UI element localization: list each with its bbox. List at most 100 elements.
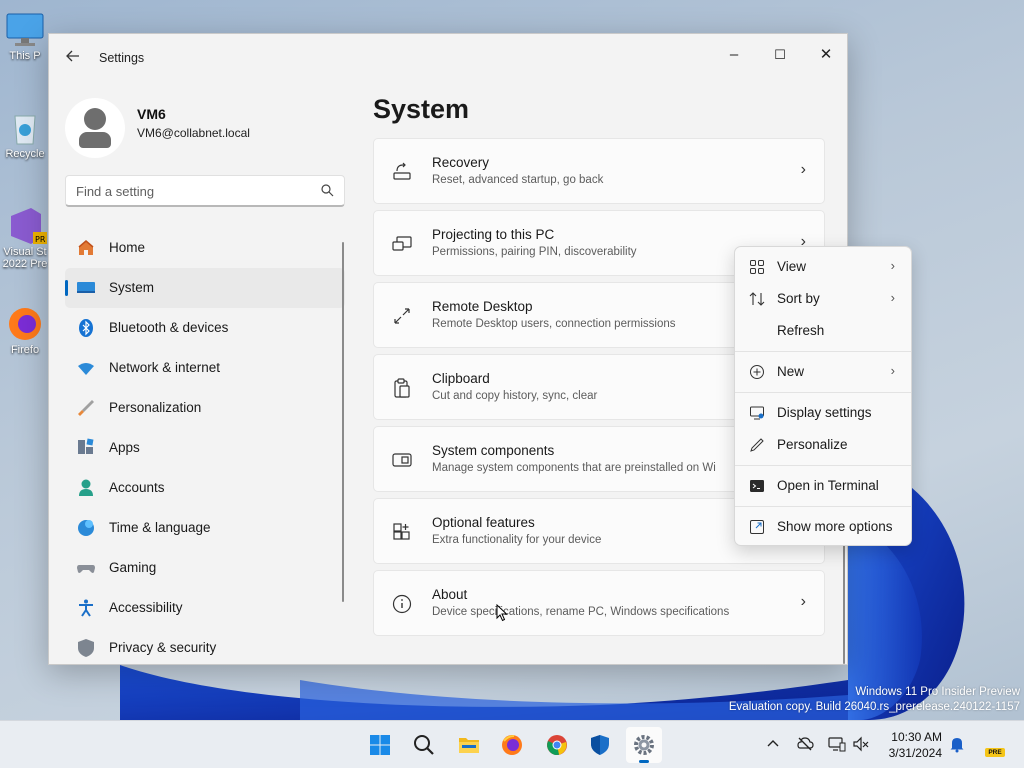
defender-taskbar-button[interactable] bbox=[582, 727, 618, 763]
minimize-button[interactable]: – bbox=[711, 40, 757, 70]
menu-item-display-settings[interactable]: Display settings bbox=[739, 398, 909, 428]
card-subtitle: Remote Desktop users, connection permiss… bbox=[432, 318, 676, 330]
sidebar-item-network[interactable]: Network & internet bbox=[65, 348, 345, 388]
menu-separator bbox=[735, 351, 911, 352]
search-placeholder: Find a setting bbox=[76, 184, 155, 199]
recovery-icon bbox=[393, 162, 411, 180]
desktop-icon-recycle-bin[interactable]: Recycle bbox=[0, 108, 50, 160]
start-button[interactable] bbox=[362, 727, 398, 763]
clock-time: 10:30 AM bbox=[891, 730, 942, 744]
selection-indicator bbox=[65, 280, 68, 296]
settings-card-about[interactable]: About Device specifications, rename PC, … bbox=[373, 570, 825, 636]
system-icon bbox=[77, 282, 95, 293]
active-indicator bbox=[639, 760, 649, 763]
menu-item-sort-by[interactable]: Sort by › bbox=[739, 284, 909, 314]
menu-item-label: Show more options bbox=[777, 519, 893, 534]
card-subtitle: Reset, advanced startup, go back bbox=[432, 174, 604, 186]
chevron-up-icon[interactable] bbox=[764, 735, 782, 753]
user-email: VM6@collabnet.local bbox=[137, 126, 250, 140]
sidebar-item-label: Accessibility bbox=[109, 600, 183, 615]
desktop-icon-firefox[interactable]: Firefo bbox=[0, 304, 50, 356]
sidebar-item-label: System bbox=[109, 280, 155, 295]
firefox-taskbar-button[interactable] bbox=[494, 727, 530, 763]
display-settings-icon bbox=[750, 406, 764, 420]
desktop-icon-this-pc[interactable]: This P bbox=[0, 10, 50, 62]
card-subtitle: Device specifications, rename PC, Window… bbox=[432, 606, 730, 618]
menu-item-new[interactable]: New › bbox=[739, 357, 909, 387]
gamepad-icon bbox=[77, 565, 95, 573]
card-subtitle: Extra functionality for your device bbox=[432, 534, 602, 546]
show-more-icon bbox=[750, 520, 764, 534]
page-title: System bbox=[373, 94, 470, 124]
menu-item-label: Display settings bbox=[777, 405, 872, 420]
menu-item-label: Personalize bbox=[777, 437, 848, 452]
cloud-offline-icon[interactable] bbox=[796, 735, 814, 753]
notification-bell-icon[interactable] bbox=[948, 735, 966, 753]
desktop-icon-label: Recycle bbox=[5, 148, 45, 160]
menu-separator bbox=[735, 506, 911, 507]
chrome-taskbar-button[interactable] bbox=[539, 727, 575, 763]
menu-item-view[interactable]: View › bbox=[739, 252, 909, 282]
sidebar-item-gaming[interactable]: Gaming bbox=[65, 548, 345, 588]
menu-item-label: Refresh bbox=[777, 323, 825, 338]
system-components-icon bbox=[392, 453, 412, 467]
card-title: System components bbox=[432, 443, 555, 458]
user-profile[interactable]: VM6 VM6@collabnet.local bbox=[65, 98, 345, 162]
sidebar-scrollbar[interactable] bbox=[342, 242, 344, 602]
globe-clock-icon bbox=[78, 520, 94, 536]
defender-icon bbox=[591, 735, 609, 755]
shield-icon bbox=[78, 639, 94, 657]
sidebar-item-label: Personalization bbox=[109, 400, 202, 415]
sidebar-item-time-language[interactable]: Time & language bbox=[65, 508, 345, 548]
chevron-right-icon: › bbox=[800, 161, 806, 178]
taskbar: 10:30 AM 3/31/2024 PRE bbox=[0, 720, 1024, 768]
new-plus-icon bbox=[750, 365, 764, 379]
bluetooth-icon bbox=[79, 319, 93, 337]
sidebar-item-label: Apps bbox=[109, 440, 140, 455]
settings-card-recovery[interactable]: Recovery Reset, advanced startup, go bac… bbox=[373, 138, 825, 204]
settings-taskbar-button[interactable] bbox=[626, 727, 662, 763]
title-bar: Settings – ☐ ✕ bbox=[49, 34, 847, 82]
home-icon bbox=[78, 240, 94, 255]
view-grid-icon bbox=[750, 260, 764, 274]
sidebar-item-accessibility[interactable]: Accessibility bbox=[65, 588, 345, 628]
sidebar-item-accounts[interactable]: Accounts bbox=[65, 468, 345, 508]
sidebar-item-bluetooth[interactable]: Bluetooth & devices bbox=[65, 308, 345, 348]
sidebar-nav: Home System Bluetooth & devices Network … bbox=[65, 228, 345, 664]
close-button[interactable]: ✕ bbox=[803, 40, 847, 70]
sidebar-item-personalization[interactable]: Personalization bbox=[65, 388, 345, 428]
desktop-icon-visual-studio[interactable]: PR Visual St 2022 Pre bbox=[0, 206, 50, 270]
firefox-icon bbox=[502, 735, 522, 755]
chevron-right-icon: › bbox=[890, 363, 895, 378]
maximize-button[interactable]: ☐ bbox=[757, 40, 803, 70]
file-explorer-button[interactable] bbox=[451, 727, 487, 763]
sidebar-item-apps[interactable]: Apps bbox=[65, 428, 345, 468]
terminal-icon bbox=[750, 480, 764, 492]
search-input[interactable]: Find a setting bbox=[65, 175, 345, 207]
sidebar-item-label: Bluetooth & devices bbox=[109, 320, 229, 335]
user-name: VM6 bbox=[137, 106, 166, 122]
back-button[interactable] bbox=[63, 48, 83, 68]
projecting-icon bbox=[392, 236, 412, 251]
taskbar-search-button[interactable] bbox=[406, 727, 442, 763]
menu-item-open-terminal[interactable]: Open in Terminal bbox=[739, 471, 909, 501]
sidebar-item-system[interactable]: System bbox=[65, 268, 345, 308]
menu-item-refresh[interactable]: Refresh bbox=[739, 316, 909, 346]
settings-window: Settings – ☐ ✕ VM6 VM6@collabnet.local F… bbox=[48, 33, 848, 665]
system-clock[interactable]: 10:30 AM 3/31/2024 bbox=[882, 729, 942, 761]
speaker-muted-icon[interactable] bbox=[852, 735, 870, 753]
menu-item-personalize[interactable]: Personalize bbox=[739, 430, 909, 460]
mouse-cursor-icon bbox=[496, 604, 508, 622]
pre-badge: PRE bbox=[985, 748, 1005, 757]
clock-date: 3/31/2024 bbox=[888, 746, 942, 760]
svg-text:PR: PR bbox=[35, 235, 46, 244]
sidebar-item-privacy[interactable]: Privacy & security bbox=[65, 628, 345, 664]
menu-item-label: Open in Terminal bbox=[777, 478, 879, 493]
chevron-right-icon: › bbox=[800, 593, 806, 610]
menu-separator bbox=[735, 465, 911, 466]
sidebar-item-home[interactable]: Home bbox=[65, 228, 345, 268]
remote-desktop-icon bbox=[394, 308, 410, 324]
desktop-context-menu: View › Sort by › Refresh New › Display s… bbox=[734, 246, 912, 546]
network-icon[interactable] bbox=[828, 735, 846, 753]
menu-item-show-more-options[interactable]: Show more options bbox=[739, 512, 909, 542]
